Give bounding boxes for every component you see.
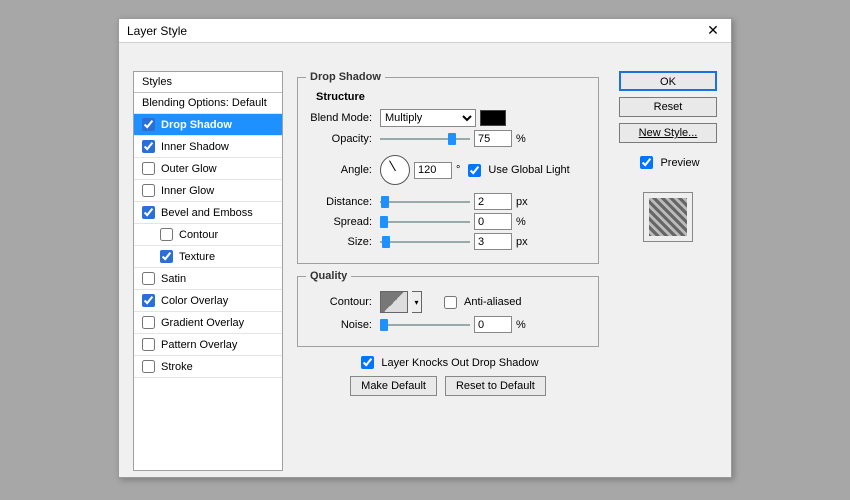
quality-legend: Quality (306, 270, 351, 282)
ok-button[interactable]: OK (619, 71, 717, 91)
preview-checkbox[interactable] (640, 156, 653, 169)
contour-picker[interactable] (380, 291, 408, 313)
spread-unit: % (516, 216, 526, 228)
style-label: Stroke (161, 361, 193, 373)
reset-default-button[interactable]: Reset to Default (445, 376, 546, 396)
opacity-label: Opacity: (306, 133, 376, 145)
quality-fieldset: Quality Contour: ▾ Anti-aliased Noise: % (297, 270, 599, 347)
style-label: Drop Shadow (161, 119, 232, 131)
angle-unit: ° (456, 164, 460, 176)
style-label: Pattern Overlay (161, 339, 237, 351)
noise-input[interactable] (474, 316, 512, 333)
drop-shadow-legend: Drop Shadow (306, 71, 385, 83)
style-item-stroke[interactable]: Stroke (134, 356, 282, 378)
opacity-input[interactable] (474, 130, 512, 147)
use-global-light-checkbox[interactable] (468, 164, 481, 177)
styles-header[interactable]: Styles (134, 72, 282, 93)
knock-out-checkbox[interactable] (361, 356, 374, 369)
style-checkbox[interactable] (142, 338, 155, 351)
style-checkbox[interactable] (142, 294, 155, 307)
angle-input[interactable] (414, 162, 452, 179)
shadow-color-swatch[interactable] (480, 110, 506, 126)
noise-unit: % (516, 319, 526, 331)
style-label: Contour (179, 229, 218, 241)
spread-label: Spread: (306, 216, 376, 228)
noise-slider[interactable] (380, 319, 470, 331)
style-item-color-overlay[interactable]: Color Overlay (134, 290, 282, 312)
anti-aliased-checkbox[interactable] (444, 296, 457, 309)
drop-shadow-fieldset: Drop Shadow Structure Blend Mode: Multip… (297, 71, 599, 264)
style-checkbox[interactable] (142, 316, 155, 329)
style-label: Outer Glow (161, 163, 217, 175)
style-item-contour[interactable]: Contour (134, 224, 282, 246)
style-checkbox[interactable] (142, 272, 155, 285)
angle-label: Angle: (306, 164, 376, 176)
knock-out-label: Layer Knocks Out Drop Shadow (381, 357, 538, 369)
distance-label: Distance: (306, 196, 376, 208)
size-label: Size: (306, 236, 376, 248)
size-unit: px (516, 236, 528, 248)
close-button[interactable]: ✕ (701, 22, 725, 39)
distance-input[interactable] (474, 193, 512, 210)
styles-panel: Styles Blending Options: Default Drop Sh… (133, 71, 283, 471)
style-item-bevel-and-emboss[interactable]: Bevel and Emboss (134, 202, 282, 224)
style-item-outer-glow[interactable]: Outer Glow (134, 158, 282, 180)
style-checkbox[interactable] (160, 250, 173, 263)
size-slider[interactable] (380, 236, 470, 248)
angle-dial[interactable] (380, 155, 410, 185)
style-label: Bevel and Emboss (161, 207, 253, 219)
style-item-inner-shadow[interactable]: Inner Shadow (134, 136, 282, 158)
style-checkbox[interactable] (142, 140, 155, 153)
style-checkbox[interactable] (142, 162, 155, 175)
opacity-slider[interactable] (380, 133, 470, 145)
right-buttons: OK Reset New Style... Preview (619, 71, 717, 242)
style-label: Inner Glow (161, 185, 214, 197)
opacity-unit: % (516, 133, 526, 145)
style-item-gradient-overlay[interactable]: Gradient Overlay (134, 312, 282, 334)
window-title: Layer Style (127, 24, 187, 38)
structure-legend: Structure (316, 91, 590, 103)
style-item-drop-shadow[interactable]: Drop Shadow (134, 114, 282, 136)
blend-mode-select[interactable]: Multiply (380, 109, 476, 127)
preview-label: Preview (660, 157, 699, 169)
contour-dropdown[interactable]: ▾ (412, 291, 422, 313)
style-checkbox[interactable] (142, 118, 155, 131)
spread-input[interactable] (474, 213, 512, 230)
size-input[interactable] (474, 233, 512, 250)
reset-button[interactable]: Reset (619, 97, 717, 117)
new-style-button[interactable]: New Style... (619, 123, 717, 143)
spread-slider[interactable] (380, 216, 470, 228)
anti-aliased-label: Anti-aliased (464, 296, 521, 308)
contour-label: Contour: (306, 296, 376, 308)
style-item-texture[interactable]: Texture (134, 246, 282, 268)
preview-swatch (643, 192, 693, 242)
style-item-satin[interactable]: Satin (134, 268, 282, 290)
style-label: Color Overlay (161, 295, 228, 307)
distance-slider[interactable] (380, 196, 470, 208)
style-label: Gradient Overlay (161, 317, 244, 329)
style-checkbox[interactable] (160, 228, 173, 241)
style-checkbox[interactable] (142, 184, 155, 197)
titlebar: Layer Style ✕ (119, 19, 731, 43)
style-label: Inner Shadow (161, 141, 229, 153)
settings-main: Drop Shadow Structure Blend Mode: Multip… (297, 71, 599, 471)
style-label: Texture (179, 251, 215, 263)
noise-label: Noise: (306, 319, 376, 331)
style-checkbox[interactable] (142, 360, 155, 373)
layer-style-dialog: Layer Style ✕ Styles Blending Options: D… (118, 18, 732, 478)
style-item-pattern-overlay[interactable]: Pattern Overlay (134, 334, 282, 356)
use-global-light-label: Use Global Light (488, 164, 569, 176)
make-default-button[interactable]: Make Default (350, 376, 437, 396)
dialog-body: Styles Blending Options: Default Drop Sh… (119, 43, 731, 477)
blend-mode-label: Blend Mode: (306, 112, 376, 124)
style-label: Satin (161, 273, 186, 285)
style-item-inner-glow[interactable]: Inner Glow (134, 180, 282, 202)
blending-options[interactable]: Blending Options: Default (134, 93, 282, 114)
distance-unit: px (516, 196, 528, 208)
style-checkbox[interactable] (142, 206, 155, 219)
blending-options-label: Blending Options: Default (142, 97, 267, 109)
